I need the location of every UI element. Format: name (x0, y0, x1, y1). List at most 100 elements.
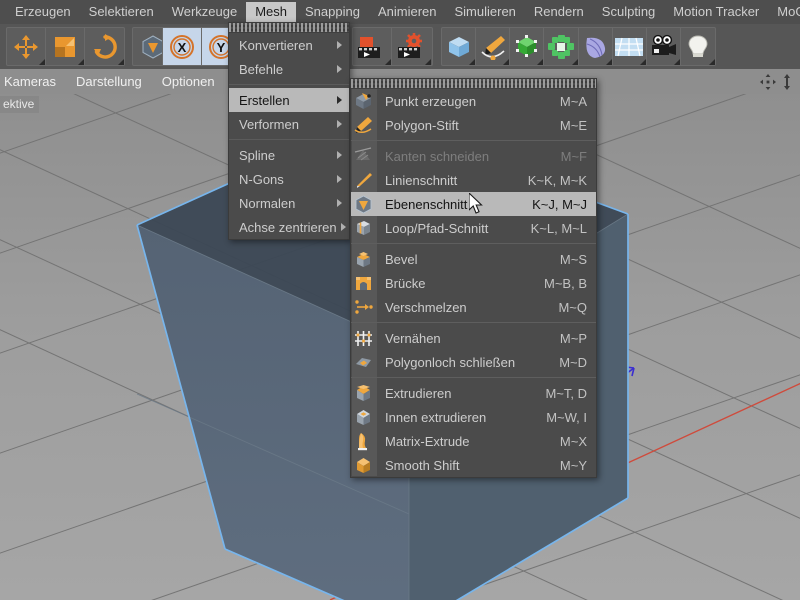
viewport-menu-kameras[interactable]: Kameras (0, 74, 66, 89)
rotate-tool-button[interactable] (85, 28, 124, 65)
submenu-separator (351, 322, 596, 323)
light-button[interactable] (681, 28, 715, 65)
button-corner-marker (118, 59, 124, 65)
chevron-right-icon (337, 151, 342, 159)
submenu-item-shortcut: M~S (559, 251, 587, 267)
spline-pen-button[interactable] (476, 28, 511, 65)
submenu-item-bevel[interactable]: Bevel M~S (351, 247, 596, 271)
menu-snapping[interactable]: Snapping (296, 2, 369, 23)
zoom-viewport-icon[interactable] (780, 73, 794, 90)
button-corner-marker (709, 59, 715, 65)
menu-item-label: Befehle (239, 61, 284, 77)
menu-rendern[interactable]: Rendern (525, 2, 593, 23)
scale-tool-icon (55, 36, 75, 57)
submenu-item-extrudieren[interactable]: Extrudieren M~T, D (351, 381, 596, 405)
menu-motion-tracker[interactable]: Motion Tracker (664, 2, 768, 23)
lock-x-axis-button[interactable]: X (163, 28, 202, 65)
floor-environment-icon (615, 37, 644, 56)
render-view-button[interactable] (353, 28, 392, 65)
submenu-item-shortcut: M~F (560, 148, 587, 164)
chevron-right-icon (337, 199, 342, 207)
menu-item-achse-zentrieren[interactable]: Achse zentrieren (229, 215, 349, 239)
svg-text:Y: Y (217, 40, 226, 55)
menu-drag-grip[interactable] (229, 23, 349, 33)
submenu-item-verschmelzen[interactable]: Verschmelzen M~Q (351, 295, 596, 319)
menu-mograph[interactable]: MoGraph (768, 2, 800, 23)
submenu-item-label: Bevel (385, 251, 418, 267)
submenu-item-kanten-schneiden: Kanten schneiden M~F (351, 144, 596, 168)
cut-edges-icon (351, 144, 376, 168)
menu-item-n-gons[interactable]: N-Gons (229, 167, 349, 191)
scene-object-button[interactable] (579, 28, 613, 65)
menu-mesh[interactable]: Mesh (246, 1, 297, 23)
menu-item-verformen[interactable]: Verformen (229, 112, 349, 136)
viewport-menu-darstellung[interactable]: Darstellung (66, 74, 152, 89)
cube-primitive-button[interactable] (442, 28, 477, 65)
menu-sculpting[interactable]: Sculpting (593, 2, 664, 23)
chevron-right-icon (337, 96, 342, 104)
submenu-item-polygonloch-schliessen[interactable]: Polygonloch schließen M~D (351, 350, 596, 374)
render-view-icon (358, 36, 380, 58)
chevron-right-icon (337, 41, 342, 49)
move-tool-button[interactable] (7, 28, 46, 65)
submenu-item-linienschnitt[interactable]: Linienschnitt K~K, M~K (351, 168, 596, 192)
menu-item-spline[interactable]: Spline (229, 143, 349, 167)
plane-cut-icon (351, 192, 376, 216)
camera-button[interactable] (647, 28, 681, 65)
menu-item-erstellen[interactable]: Erstellen (229, 88, 349, 112)
submenu-item-vernaehen[interactable]: Vernähen M~P (351, 326, 596, 350)
menu-item-befehle[interactable]: Befehle (229, 57, 349, 81)
button-corner-marker (605, 59, 612, 65)
submenu-drag-grip[interactable] (351, 79, 596, 89)
menu-simulieren[interactable]: Simulieren (446, 2, 525, 23)
render-settings-icon (397, 32, 422, 58)
deformer-button[interactable] (544, 28, 579, 65)
viewport-menu-optionen[interactable]: Optionen (152, 74, 225, 89)
generator-nurbs-button[interactable] (510, 28, 545, 65)
submenu-item-label: Polygon-Stift (385, 117, 459, 133)
menu-werkzeuge[interactable]: Werkzeuge (163, 2, 247, 23)
submenu-item-shortcut: M~P (559, 330, 587, 346)
submenu-item-ebenenschnitt[interactable]: Ebenenschnitt K~J, M~J (351, 192, 596, 216)
submenu-item-shortcut: M~Q (558, 299, 587, 315)
submenu-item-smooth-shift[interactable]: Smooth Shift M~Y (351, 453, 596, 477)
submenu-item-matrix-extrude[interactable]: Matrix-Extrude M~X (351, 429, 596, 453)
render-settings-button[interactable] (392, 28, 431, 65)
submenu-item-punkt-erzeugen[interactable]: Punkt erzeugen M~A (351, 89, 596, 113)
scale-tool-button[interactable] (46, 28, 85, 65)
bevel-icon (351, 247, 376, 271)
menu-animieren[interactable]: Animieren (369, 2, 446, 23)
submenu-items: Punkt erzeugen M~A Polygon-Stift M~E Kan… (351, 89, 596, 477)
menu-selektieren[interactable]: Selektieren (80, 2, 163, 23)
button-corner-marker (39, 59, 45, 65)
pan-viewport-icon[interactable] (760, 73, 776, 90)
menu-item-label: N-Gons (239, 171, 284, 187)
menu-erzeugen[interactable]: Erzeugen (6, 2, 80, 23)
lock-x-axis-icon: X (170, 34, 194, 59)
submenu-item-shortcut: K~L, M~L (530, 220, 587, 236)
button-corner-marker (425, 59, 431, 65)
menu-item-normalen[interactable]: Normalen (229, 191, 349, 215)
submenu-item-polygon-stift[interactable]: Polygon-Stift M~E (351, 113, 596, 137)
submenu-item-label: Verschmelzen (385, 299, 467, 315)
button-corner-marker (78, 59, 84, 65)
submenu-item-label: Vernähen (385, 330, 441, 346)
submenu-item-label: Punkt erzeugen (385, 93, 477, 109)
rotate-tool-icon (93, 33, 117, 59)
submenu-item-innen-extrudieren[interactable]: Innen extrudieren M~W, I (351, 405, 596, 429)
floor-environment-button[interactable] (613, 28, 647, 65)
scene-object-icon (586, 37, 606, 58)
menu-item-label: Spline (239, 147, 276, 163)
create-point-icon (351, 89, 376, 113)
menu-item-konvertieren[interactable]: Konvertieren (229, 33, 349, 57)
matrix-extrude-icon (351, 429, 376, 453)
submenu-item-shortcut: M~T, D (545, 385, 587, 401)
weld-icon (351, 295, 376, 319)
polygon-pen-icon (351, 113, 376, 137)
submenu-item-loop-pfad-schnitt[interactable]: Loop/Pfad-Schnitt K~L, M~L (351, 216, 596, 240)
button-corner-marker (639, 59, 646, 65)
submenu-item-shortcut: K~J, M~J (532, 196, 587, 212)
submenu-item-bruecke[interactable]: Brücke M~B, B (351, 271, 596, 295)
application-window: ektive Erzeugen Selektieren Werkzeuge Me… (0, 0, 800, 600)
submenu-item-shortcut: K~K, M~K (527, 172, 587, 188)
